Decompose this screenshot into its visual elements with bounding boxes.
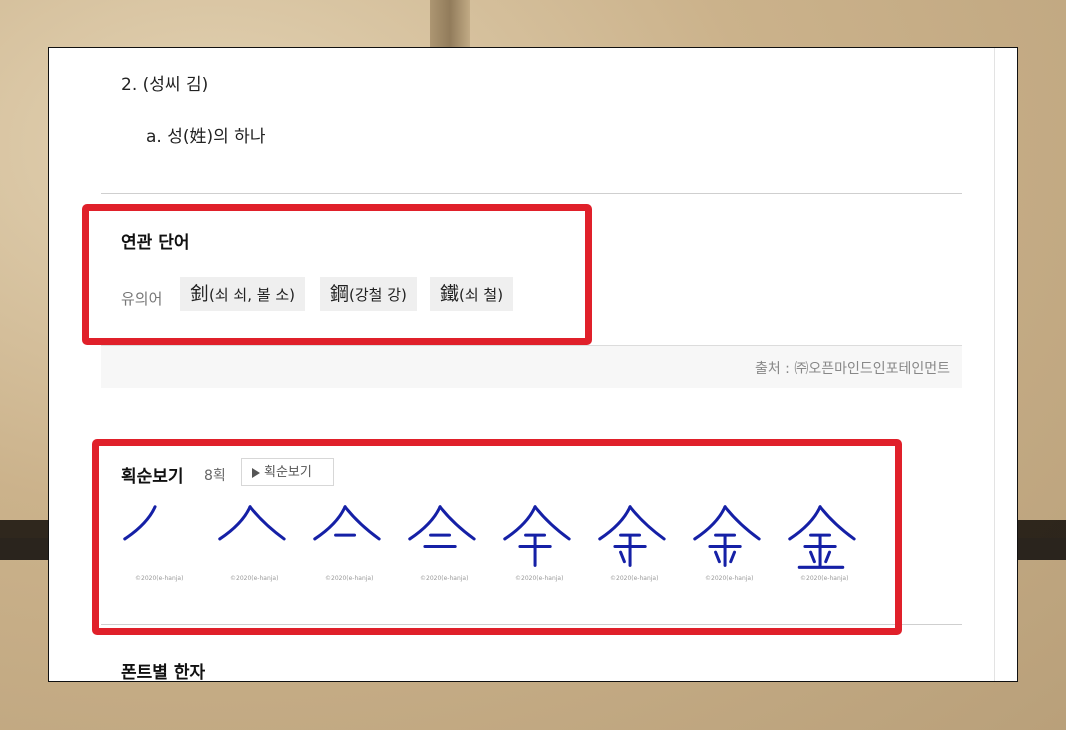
source-bar: 출처 : ㈜오픈마인드인포테인먼트 (101, 345, 962, 388)
source-credit: 출처 : ㈜오픈마인드인포테인먼트 (754, 361, 950, 377)
font-hanja-title: 폰트별 한자 (121, 663, 206, 682)
scrollbar-track[interactable] (994, 48, 995, 681)
highlight-box-stroke-order (92, 439, 902, 635)
definition-subitem: a. 성(姓)의 하나 (146, 127, 266, 147)
highlight-box-related (82, 204, 592, 345)
section-divider (101, 193, 962, 194)
definition-item: 2. (성씨 김) (121, 75, 209, 95)
